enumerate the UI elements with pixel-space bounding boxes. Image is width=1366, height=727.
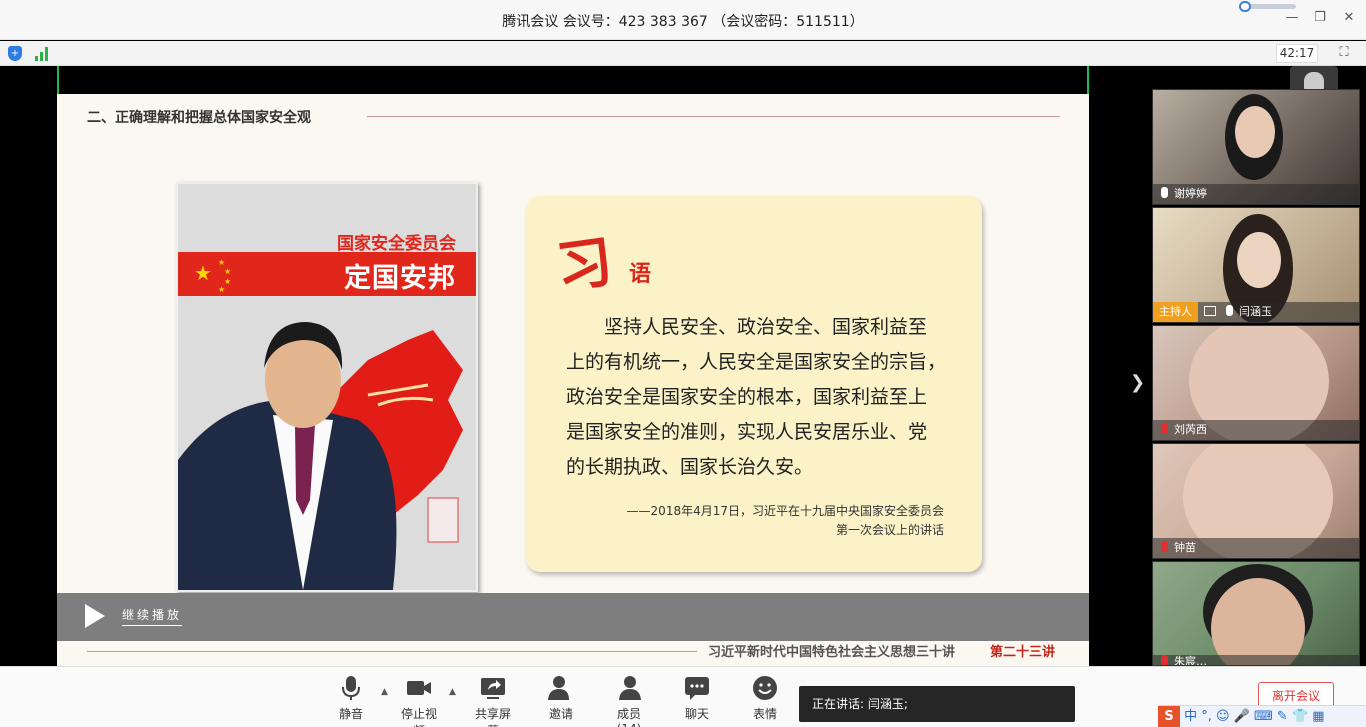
- window-title: 腾讯会议 会议号：423 383 367 （会议密码：511511）: [502, 14, 864, 30]
- minimize-button[interactable]: —: [1281, 10, 1303, 25]
- invite-button[interactable]: 邀请: [548, 675, 574, 722]
- participant-face: [1235, 106, 1275, 158]
- flag-star-icon: ★: [224, 267, 232, 276]
- mic-muted-icon: [1161, 423, 1168, 434]
- poster-image: 国家安全委员会 ★ ★ ★ ★ ★ 定国安邦: [176, 182, 478, 592]
- meeting-window: 腾讯会议 会议号：423 383 367 （会议密码：511511） — ❐ ✕…: [0, 0, 1366, 727]
- quote-box: 习 语 坚持人民安全、政治安全、国家利益至 上的有机统一，人民安全是国家安全的宗…: [526, 196, 982, 572]
- audio-options-caret-icon[interactable]: ▲: [381, 687, 388, 697]
- participant-video-tile[interactable]: 主持人 闫涵玉: [1152, 207, 1360, 323]
- video-options-caret-icon[interactable]: ▲: [449, 687, 456, 697]
- participant-name: 刘芮西: [1174, 423, 1207, 436]
- section-title: 二、正确理解和把握总体国家安全观: [87, 110, 311, 126]
- chat-label: 聊天: [684, 707, 709, 721]
- meeting-status-bar: + 42:17 ⛶: [0, 41, 1366, 66]
- share-screen-label: 共享屏幕: [474, 707, 511, 727]
- quote-source-line: 第一次会议上的讲话: [835, 523, 944, 537]
- speaking-indicator: 正在讲话: 闫涵玉;: [799, 686, 1075, 722]
- quote-logo-yu: 语: [629, 262, 652, 287]
- quote-source-line: ——2018年4月17日，习近平在十九届中央国家安全委员会: [626, 504, 944, 518]
- quote-line: 上的有机统一，人民安全是国家安全的宗旨，: [566, 351, 947, 373]
- mic-icon: [1226, 305, 1233, 316]
- flag-star-icon: ★: [194, 261, 212, 285]
- mute-button[interactable]: 静音: [336, 675, 366, 722]
- restore-button[interactable]: ❐: [1309, 10, 1331, 25]
- footer-divider: [87, 651, 697, 652]
- flag-star-icon: ★: [218, 285, 226, 294]
- title-bar: 腾讯会议 会议号：423 383 367 （会议密码：511511） — ❐ ✕: [0, 0, 1366, 40]
- microphone-icon: [342, 676, 360, 700]
- participant-video-tile[interactable]: 谢婷婷: [1152, 89, 1360, 205]
- participant-label: 刘芮西: [1153, 420, 1359, 440]
- participant-label: 钟苗: [1153, 538, 1359, 558]
- participant-label: 朱宸…: [1153, 655, 1359, 665]
- stop-video-button[interactable]: 停止视频: [396, 675, 442, 727]
- play-icon[interactable]: [85, 604, 105, 628]
- members-icon: [619, 676, 641, 700]
- poster-flag-band: ★ ★ ★ ★ ★ 定国安邦: [178, 252, 476, 296]
- poster-small-title: 国家安全委员会: [337, 234, 456, 254]
- quote-line: 的长期执政、国家长治久安。: [566, 456, 814, 478]
- add-user-icon: [548, 676, 573, 700]
- share-screen-button[interactable]: 共享屏幕: [470, 675, 516, 727]
- stop-video-label: 停止视频: [400, 707, 437, 727]
- participant-video-tile[interactable]: 朱宸…: [1152, 561, 1360, 666]
- slide-top-bar: [57, 66, 1089, 94]
- close-button[interactable]: ✕: [1338, 10, 1360, 25]
- participant-label: 主持人 闫涵玉: [1153, 302, 1359, 322]
- collapse-panel-arrow-icon[interactable]: ❯: [1130, 372, 1145, 393]
- participant-name: 闫涵玉: [1239, 305, 1272, 318]
- meeting-timer: 42:17: [1276, 44, 1318, 63]
- share-screen-icon: [481, 678, 505, 699]
- input-method-toolbar[interactable]: S 中 °, ☺ 🎤 ⌨ ✎ 👕 ▦: [1158, 705, 1366, 727]
- quote-line: 政治安全是国家安全的根本，国家利益至上: [566, 386, 928, 408]
- participant-label: 谢婷婷: [1153, 184, 1359, 204]
- playback-bar: 继续播放: [57, 593, 1089, 641]
- screen-share-icon: [1204, 306, 1216, 316]
- mute-label: 静音: [338, 707, 363, 721]
- shared-screen-slide: 二、正确理解和把握总体国家安全观 国家安全委员会 ★ ★ ★ ★ ★ 定国安邦: [57, 66, 1089, 666]
- participant-name: 钟苗: [1174, 541, 1196, 554]
- mic-icon: [1161, 187, 1168, 198]
- quote-source: ——2018年4月17日，习近平在十九届中央国家安全委员会 第一次会议上的讲话: [627, 502, 944, 540]
- participant-name: 朱宸…: [1174, 655, 1207, 666]
- network-signal-icon[interactable]: [35, 46, 51, 61]
- video-camera-icon: [407, 681, 431, 695]
- chat-button[interactable]: 聊天: [684, 675, 710, 722]
- resume-playback-link[interactable]: 继续播放: [122, 606, 183, 626]
- host-badge: 主持人: [1153, 302, 1198, 322]
- flag-star-icon: ★: [218, 258, 226, 267]
- participant-face: [1237, 232, 1281, 288]
- invite-label: 邀请: [548, 707, 573, 721]
- emoji-button[interactable]: 表情: [752, 675, 778, 722]
- mic-muted-icon: [1161, 541, 1168, 552]
- chat-icon: [685, 677, 709, 700]
- quote-text: 坚持人民安全、政治安全、国家利益至 上的有机统一，人民安全是国家安全的宗旨， 政…: [566, 310, 966, 485]
- section-divider: [367, 116, 1060, 117]
- quote-line: 是国家安全的准则，实现人民安居乐业、党: [566, 421, 928, 443]
- members-label: 成员(14): [616, 707, 642, 727]
- ime-status[interactable]: 中 °, ☺ 🎤 ⌨ ✎ 👕 ▦: [1184, 709, 1324, 724]
- footer-series-title: 习近平新时代中国特色社会主义思想三十讲: [708, 645, 956, 660]
- participant-video-tile[interactable]: 钟苗: [1152, 443, 1360, 559]
- poster-big-title: 定国安邦: [344, 263, 456, 294]
- participant-video-tile[interactable]: 刘芮西: [1152, 325, 1360, 441]
- emoji-icon: [753, 676, 777, 700]
- mic-muted-icon: [1161, 655, 1168, 665]
- portrait-illustration: [178, 322, 463, 590]
- footer-episode: 第二十三讲: [990, 645, 1056, 660]
- emoji-label: 表情: [752, 707, 777, 721]
- security-shield-icon[interactable]: +: [8, 46, 22, 61]
- participant-name: 谢婷婷: [1174, 187, 1207, 200]
- quote-logo-xi: 习: [552, 228, 617, 302]
- sogou-logo-icon: S: [1158, 706, 1180, 727]
- fullscreen-icon[interactable]: ⛶: [1336, 45, 1352, 61]
- quote-line: 坚持人民安全、政治安全、国家利益至: [566, 316, 928, 338]
- members-button[interactable]: 成员(14): [606, 675, 652, 727]
